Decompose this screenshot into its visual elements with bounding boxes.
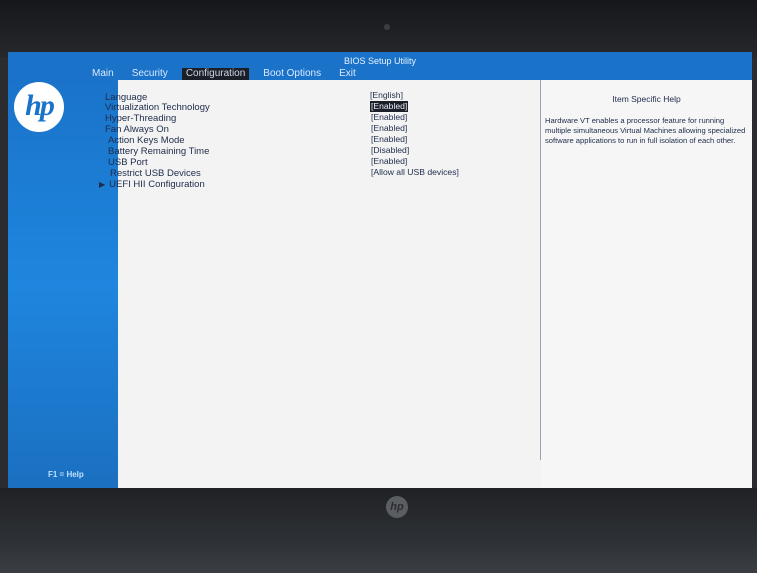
setting-usb-port-value[interactable]: [Enabled] <box>370 156 408 167</box>
setting-fan-always-on-label[interactable]: Fan Always On <box>105 124 169 135</box>
tab-main[interactable]: Main <box>88 68 118 80</box>
settings-panel: Language Virtualization Technology Hyper… <box>99 80 540 490</box>
sidebar: hp F1 = Help <box>8 80 118 490</box>
setting-hyper-threading-label[interactable]: Hyper-Threading <box>105 113 176 124</box>
help-panel: Item Specific Help Hardware VT enables a… <box>541 80 752 490</box>
laptop-bezel-bottom: hp <box>0 488 757 573</box>
setting-action-keys-value[interactable]: [Enabled] <box>370 134 408 145</box>
submenu-arrow-icon: ▶ <box>99 180 106 189</box>
help-text: Hardware VT enables a processor feature … <box>545 116 746 145</box>
setting-hyper-threading-value[interactable]: [Enabled] <box>370 112 408 123</box>
bios-screen: BIOS Setup Utility Main Security Configu… <box>8 52 752 490</box>
setting-battery-time-value[interactable]: [Disabled] <box>370 145 410 156</box>
bios-title: BIOS Setup Utility <box>343 56 417 66</box>
tab-boot-options[interactable]: Boot Options <box>259 68 325 80</box>
setting-virtualization-value[interactable]: [Enabled] <box>370 101 409 112</box>
hp-logo-icon: hp <box>14 82 64 132</box>
setting-restrict-usb-value[interactable]: [Allow all USB devices] <box>370 167 460 178</box>
f1-help-hint: F1 = Help <box>48 470 84 479</box>
help-title: Item Specific Help <box>612 94 681 104</box>
tab-security[interactable]: Security <box>128 68 172 80</box>
setting-restrict-usb-label[interactable]: Restrict USB Devices <box>110 168 201 179</box>
menu-bar: Main Security Configuration Boot Options… <box>88 68 370 80</box>
submenu-uefi-hii-label: UEFI HII Configuration <box>109 179 205 190</box>
tab-exit[interactable]: Exit <box>335 68 360 80</box>
setting-virtualization-label[interactable]: Virtualization Technology <box>105 102 210 113</box>
setting-usb-port-label[interactable]: USB Port <box>108 157 148 168</box>
setting-fan-always-on-value[interactable]: [Enabled] <box>370 123 408 134</box>
setting-battery-time-label[interactable]: Battery Remaining Time <box>108 146 209 157</box>
setting-action-keys-label[interactable]: Action Keys Mode <box>108 135 185 146</box>
webcam-icon <box>384 24 390 30</box>
laptop-bezel-top <box>0 0 757 58</box>
hp-bezel-logo-icon: hp <box>386 496 408 518</box>
setting-language-value[interactable]: [English] <box>369 90 404 101</box>
tab-configuration[interactable]: Configuration <box>181 68 250 80</box>
submenu-uefi-hii[interactable]: ▶ UEFI HII Configuration <box>99 179 205 190</box>
top-bar: BIOS Setup Utility Main Security Configu… <box>8 52 752 80</box>
